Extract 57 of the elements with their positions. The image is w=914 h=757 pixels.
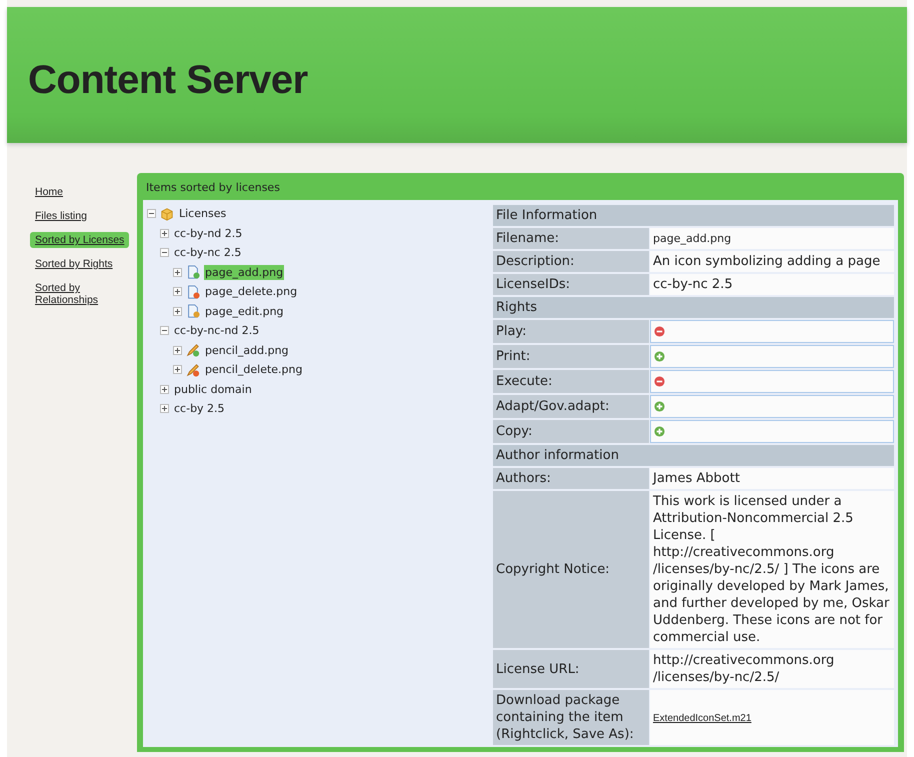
expand-icon[interactable]	[173, 346, 182, 355]
tree-item[interactable]: pencil_add.png	[204, 342, 290, 358]
page-icon	[186, 284, 200, 299]
sidebar-link[interactable]: Sorted by Licenses	[30, 232, 130, 248]
section-header: Rights	[493, 297, 894, 318]
tree-item[interactable]: cc-by-nc-nd 2.5	[173, 323, 260, 338]
sidebar-link[interactable]: Files listing	[30, 208, 92, 224]
box-icon	[160, 206, 174, 221]
expand-icon[interactable]	[173, 268, 182, 277]
field-label: Print:	[493, 345, 649, 368]
page-icon	[186, 304, 200, 318]
sidebar-link[interactable]: Sorted by Relationships	[30, 280, 130, 308]
panel-title: Items sorted by licenses	[145, 180, 281, 196]
expand-icon[interactable]	[173, 306, 182, 316]
field-label: Download package containing the item (Rightclick, Save As):	[493, 690, 649, 745]
field-label: Description:	[493, 251, 649, 272]
tree-item[interactable]: public domain	[173, 382, 253, 397]
field-value: http://creativecommons.org /licenses/by-nc/2.5/	[650, 650, 894, 688]
field-label: Execute:	[493, 370, 649, 393]
site-title: Content Server	[28, 58, 308, 102]
collapse-icon[interactable]	[160, 326, 169, 336]
tree-item[interactable]: page_add.png	[204, 264, 284, 280]
expand-icon[interactable]	[173, 287, 182, 296]
field-value: cc-by-nc 2.5	[650, 274, 894, 295]
tree-item[interactable]: Licenses	[178, 206, 228, 222]
tree-item[interactable]: page_delete.png	[204, 284, 298, 300]
page-icon	[186, 265, 200, 280]
tree-item[interactable]: cc-by 2.5	[173, 401, 226, 416]
expand-icon[interactable]	[160, 228, 169, 238]
sidebar-link[interactable]: Sorted by Rights	[30, 256, 118, 272]
tree-item[interactable]: cc-by-nd 2.5	[173, 226, 244, 241]
field-label: Adapt/Gov.adapt:	[493, 395, 649, 418]
section-header: Author information	[493, 445, 894, 466]
expand-icon[interactable]	[173, 365, 182, 374]
field-label: Play:	[493, 320, 649, 343]
tree-item[interactable]: page_edit.png	[204, 304, 285, 319]
field-label: LicenseIDs:	[493, 274, 649, 295]
sidebar-link[interactable]: Home	[30, 184, 68, 200]
expand-icon[interactable]	[160, 404, 169, 414]
field-label: Filename:	[493, 228, 649, 249]
field-label: License URL:	[493, 650, 649, 688]
field-value: An icon symbolizing adding a page	[650, 251, 894, 272]
tree-item[interactable]: cc-by-nc 2.5	[173, 245, 242, 260]
pencil-icon	[186, 362, 200, 377]
pencil-icon	[186, 343, 200, 358]
expand-icon[interactable]	[160, 384, 169, 394]
field-value: page_add.png	[650, 228, 894, 249]
collapse-icon[interactable]	[147, 209, 156, 218]
collapse-icon[interactable]	[160, 248, 169, 258]
section-header: File Information	[493, 205, 894, 226]
field-label: Copy:	[493, 420, 649, 443]
field-value: James Abbott	[650, 468, 894, 489]
field-value: This work is licensed under a Attribution-Noncommercial 2.5 License. [ http://creativecommons.org /licenses/by-nc/2.5/ ] The icons are originally developed by Mark James, and further developed by me, Oskar Uddenberg. These icons are not for commercial use.	[650, 491, 894, 648]
download-link[interactable]: ExtendedIconSet.m21	[653, 712, 752, 724]
field-label: Authors:	[493, 468, 649, 489]
tree-item[interactable]: pencil_delete.png	[204, 362, 304, 378]
field-label: Copyright Notice:	[493, 491, 649, 648]
